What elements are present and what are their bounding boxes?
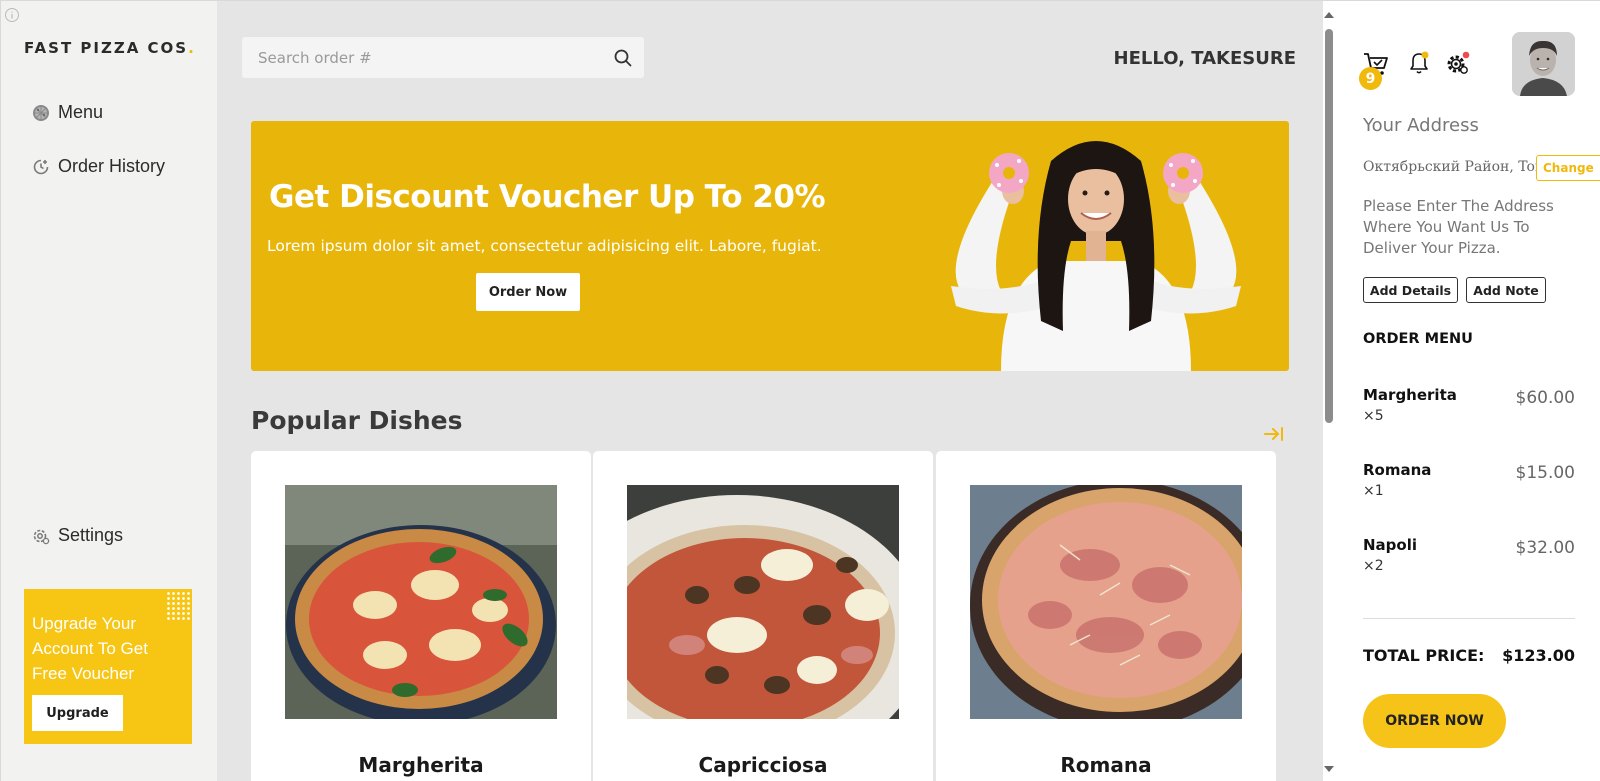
pizza-icon — [33, 104, 49, 121]
settings-gear-icon[interactable] — [1445, 51, 1471, 77]
bell-icon[interactable] — [1408, 51, 1430, 75]
add-details-button[interactable]: Add Details — [1363, 277, 1458, 303]
main-content: HELLO, TAKESURE Get Discount Voucher Up … — [217, 1, 1322, 781]
address-value: Октябрьский Район, Tomsk — [1363, 159, 1564, 175]
order-item-name: Romana — [1363, 461, 1432, 479]
address-title: Your Address — [1363, 115, 1479, 136]
sidebar-item-order-history[interactable]: Order History — [32, 156, 165, 177]
gear-icon — [33, 529, 50, 544]
dish-card-romana[interactable]: Romana — [936, 451, 1276, 781]
brand-logo[interactable]: FAST PIZZA COS. — [24, 39, 196, 57]
history-icon — [33, 159, 49, 174]
dish-name: Capricciosa — [698, 753, 828, 777]
sidebar-item-label: Settings — [58, 525, 124, 545]
order-now-button[interactable]: ORDER NOW — [1363, 694, 1506, 748]
scrollbar-thumb[interactable] — [1325, 29, 1333, 423]
upgrade-button[interactable]: Upgrade — [32, 695, 123, 731]
order-menu-title: ORDER MENU — [1363, 331, 1473, 347]
user-greeting: HELLO, TAKESURE — [1113, 48, 1296, 69]
promo-banner: Get Discount Voucher Up To 20% Lorem ips… — [251, 121, 1289, 371]
romana-pizza-image — [970, 485, 1242, 719]
user-avatar[interactable] — [1512, 32, 1575, 96]
app-window: FAST PIZZA COS. Menu Order History Setti… — [0, 0, 1600, 781]
arrow-right-bar-icon[interactable] — [1264, 426, 1284, 442]
dish-name: Margherita — [358, 753, 484, 777]
order-item-price: $32.00 — [1515, 538, 1575, 558]
order-item-qty: ×5 — [1363, 408, 1384, 424]
order-item-name: Margherita — [1363, 386, 1457, 404]
dish-name: Romana — [1060, 753, 1152, 777]
search-input[interactable] — [242, 48, 613, 67]
address-help-text: Please Enter The Address Where You Want … — [1363, 197, 1554, 257]
upgrade-card: Upgrade Your Account To Get Free Voucher… — [24, 589, 192, 744]
sidebar-item-label: Menu — [58, 102, 104, 122]
brand-name: FAST PIZZA COS — [24, 39, 189, 57]
change-address-button[interactable]: Change — [1536, 155, 1600, 181]
scroll-up-arrow-icon[interactable] — [1324, 11, 1334, 19]
sidebar-item-label: Order History — [58, 156, 166, 176]
search-icon[interactable] — [613, 48, 633, 68]
order-item-price: $60.00 — [1515, 388, 1575, 408]
add-note-button[interactable]: Add Note — [1466, 277, 1546, 303]
sidebar-item-settings[interactable]: Settings — [32, 525, 123, 546]
margherita-pizza-image — [285, 485, 557, 719]
order-panel: 9 Your Address Октябрьский Район, Tomsk … — [1323, 1, 1600, 781]
upgrade-text: Upgrade Your Account To Get Free Voucher — [32, 614, 148, 683]
order-item[interactable]: Margherita ×5 $60.00 — [1363, 386, 1575, 430]
divider — [1363, 618, 1575, 619]
order-item-name: Napoli — [1363, 536, 1418, 554]
brand-dot: . — [188, 39, 196, 57]
banner-woman-with-donuts-image — [951, 141, 1241, 371]
dish-card-capricciosa[interactable]: Capricciosa — [593, 451, 933, 781]
sidebar: FAST PIZZA COS. Menu Order History Setti… — [1, 1, 217, 781]
capricciosa-pizza-image — [627, 485, 899, 719]
dish-card-margherita[interactable]: Margherita — [251, 451, 591, 781]
info-icon[interactable] — [4, 7, 20, 23]
sidebar-item-menu[interactable]: Menu — [32, 102, 103, 123]
popular-dishes-title: Popular Dishes — [251, 406, 463, 435]
banner-subtitle: Lorem ipsum dolor sit amet, consectetur … — [267, 237, 822, 255]
order-item-qty: ×1 — [1363, 483, 1384, 499]
scroll-down-arrow-icon[interactable] — [1324, 765, 1334, 773]
total-price-value: $123.00 — [1502, 646, 1575, 665]
order-item-price: $15.00 — [1515, 463, 1575, 483]
cart-count-badge: 9 — [1359, 67, 1382, 90]
search-bar — [242, 37, 644, 78]
order-item[interactable]: Napoli ×2 $32.00 — [1363, 536, 1575, 580]
banner-title: Get Discount Voucher Up To 20% — [269, 179, 826, 215]
order-item-qty: ×2 — [1363, 558, 1384, 574]
order-item[interactable]: Romana ×1 $15.00 — [1363, 461, 1575, 505]
banner-order-now-button[interactable]: Order Now — [476, 273, 580, 311]
panel-scrollbar[interactable] — [1323, 1, 1335, 781]
total-price-label: TOTAL PRICE: — [1363, 646, 1485, 665]
